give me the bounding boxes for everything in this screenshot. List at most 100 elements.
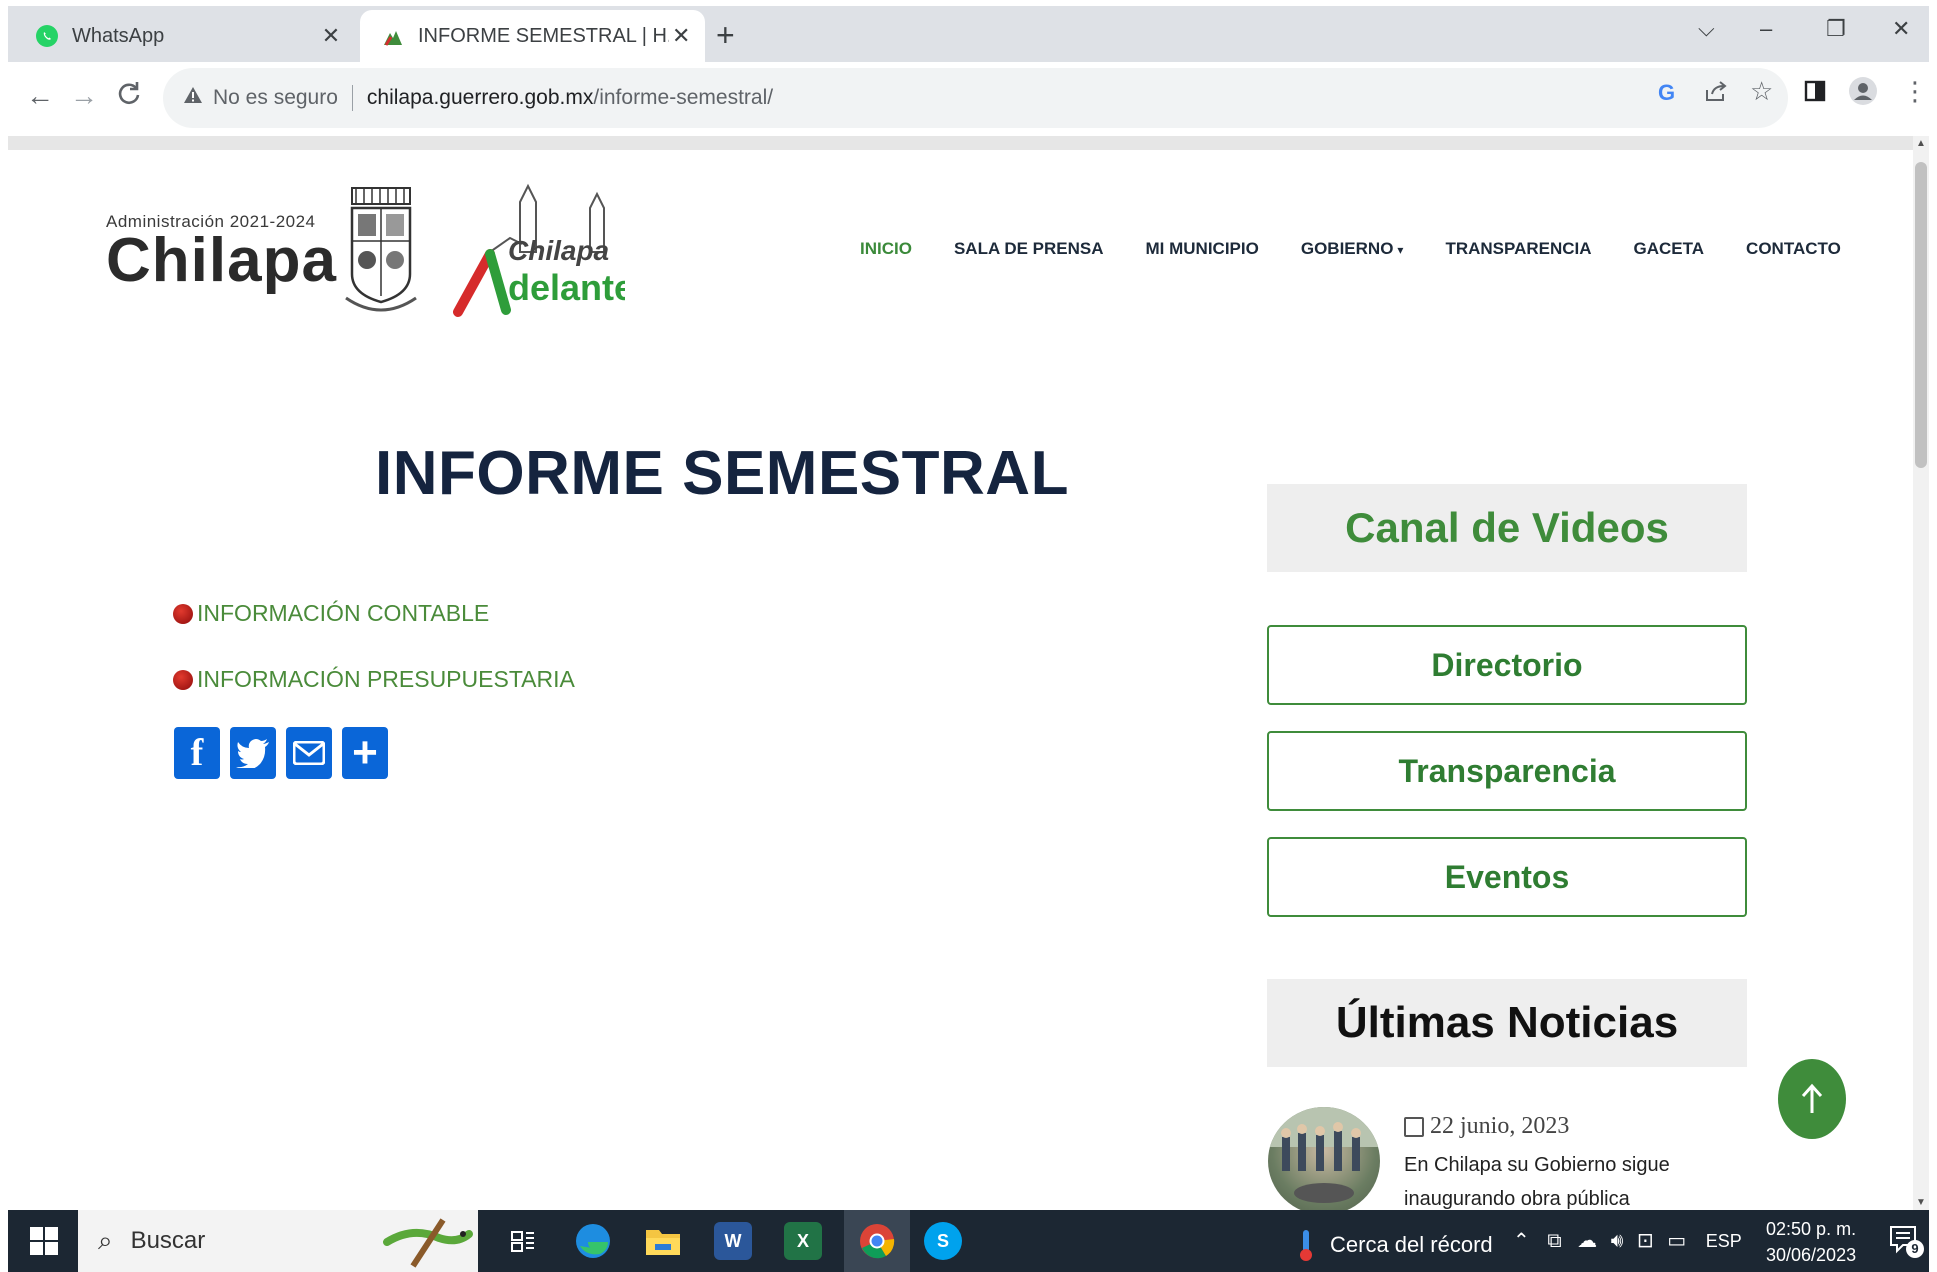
- warning-icon[interactable]: [183, 86, 203, 110]
- url-host[interactable]: chilapa.guerrero.gob.mx: [367, 86, 593, 110]
- excel-icon: X: [796, 1230, 809, 1251]
- logo-adelante-text: delante: [508, 267, 625, 308]
- email-icon: [293, 741, 325, 765]
- tab-informe-semestral[interactable]: INFORME SEMESTRAL | H. Ayunta ✕: [360, 10, 705, 62]
- reload-button[interactable]: [116, 80, 142, 113]
- chilapa-logo[interactable]: Administración 2021-2024 Chilapa: [106, 212, 337, 292]
- folder-icon: [646, 1230, 680, 1255]
- weather-widget[interactable]: Cerca del récord: [1296, 1228, 1493, 1262]
- display-icon[interactable]: ▭: [1667, 1230, 1686, 1252]
- nav-item-gaceta[interactable]: GACETA: [1634, 239, 1705, 259]
- facebook-icon: f: [190, 732, 204, 774]
- back-to-top-button[interactable]: [1778, 1059, 1846, 1139]
- search-placeholder: Buscar: [130, 1227, 206, 1254]
- skype-app-button[interactable]: S: [924, 1222, 962, 1260]
- share-email-button[interactable]: [286, 727, 332, 779]
- share-more-button[interactable]: +: [342, 727, 388, 779]
- back-button[interactable]: ←: [26, 80, 54, 112]
- arrow-up-icon: [1801, 1083, 1823, 1113]
- scroll-up-arrow-icon[interactable]: ▲: [1913, 138, 1929, 149]
- excel-app-button[interactable]: X: [784, 1222, 822, 1260]
- tab-whatsapp[interactable]: WhatsApp ✕: [8, 10, 358, 62]
- news-date-text: 22 junio, 2023: [1430, 1113, 1570, 1139]
- address-bar[interactable]: No es seguro chilapa.guerrero.gob.mx/inf…: [163, 68, 1788, 128]
- chilapa-adelante-logo[interactable]: Chilapa delante: [450, 182, 625, 320]
- weather-text: Cerca del récord: [1330, 1232, 1493, 1257]
- file-explorer-button[interactable]: [644, 1222, 682, 1260]
- main-navigation: INICIO SALA DE PRENSA MI MUNICIPIO GOBIE…: [860, 239, 1883, 259]
- bullet-icon: [173, 603, 193, 624]
- page-scrollbar[interactable]: ▲ ▼: [1913, 136, 1929, 1210]
- news-photo: [1268, 1107, 1380, 1203]
- volume-icon[interactable]: 🔊︎: [1611, 1230, 1624, 1252]
- clock-time: 02:50 p. m.: [1766, 1219, 1857, 1239]
- chrome-app-button[interactable]: [844, 1210, 910, 1272]
- whatsapp-icon: [36, 25, 58, 47]
- news-date: 22 junio, 2023: [1404, 1113, 1569, 1140]
- google-icon[interactable]: G: [1658, 80, 1675, 106]
- share-icon[interactable]: [1704, 80, 1728, 108]
- new-tab-button[interactable]: +: [716, 19, 735, 51]
- nav-item-contacto[interactable]: CONTACTO: [1746, 239, 1841, 259]
- nav-item-gobierno[interactable]: GOBIERNO ▾: [1301, 239, 1404, 259]
- scroll-down-arrow-icon[interactable]: ▼: [1913, 1197, 1929, 1208]
- directorio-button[interactable]: Directorio: [1267, 625, 1747, 705]
- taskbar-search-box[interactable]: ⌕ Buscar: [78, 1210, 478, 1272]
- language-indicator[interactable]: ESP: [1706, 1231, 1742, 1251]
- scrollbar-thumb[interactable]: [1915, 162, 1927, 468]
- clock-date: 30/06/2023: [1766, 1245, 1857, 1265]
- share-twitter-button[interactable]: [230, 727, 276, 779]
- link-informacion-presupuestaria[interactable]: INFORMACIÓN PRESUPUESTARIA: [173, 666, 575, 693]
- edge-app-button[interactable]: [574, 1222, 612, 1260]
- nav-item-inicio[interactable]: INICIO: [860, 239, 912, 259]
- news-thumbnail[interactable]: [1268, 1107, 1380, 1215]
- skype-icon: S: [936, 1230, 949, 1251]
- nav-item-transparencia[interactable]: TRANSPARENCIA: [1445, 239, 1591, 259]
- nav-item-mi-municipio[interactable]: MI MUNICIPIO: [1146, 239, 1259, 259]
- menu-icon[interactable]: ⋮: [1902, 76, 1928, 107]
- word-app-button[interactable]: W: [714, 1222, 752, 1260]
- task-view-button[interactable]: [504, 1222, 542, 1260]
- close-tab-icon[interactable]: ✕: [316, 23, 346, 49]
- chevron-up-icon[interactable]: ⌃: [1513, 1230, 1530, 1252]
- divider: [351, 85, 353, 111]
- news-headline[interactable]: En Chilapa su Gobierno sigue inaugurando…: [1404, 1148, 1704, 1216]
- close-tab-icon[interactable]: ✕: [669, 23, 693, 49]
- edge-icon: [576, 1224, 610, 1258]
- browser-tab-strip: WhatsApp ✕ INFORME SEMESTRAL | H. Ayunta…: [8, 6, 1929, 62]
- url-path[interactable]: /informe-semestral/: [593, 86, 773, 110]
- canal-de-videos-heading[interactable]: Canal de Videos: [1267, 484, 1747, 572]
- twitter-icon: [236, 739, 269, 768]
- nav-item-label: GOBIERNO: [1300, 239, 1394, 258]
- ultimas-noticias-heading: Últimas Noticias: [1267, 979, 1747, 1067]
- link-informacion-contable[interactable]: INFORMACIÓN CONTABLE: [173, 600, 489, 627]
- plus-icon: +: [352, 728, 378, 777]
- calendar-icon: [1404, 1116, 1424, 1137]
- tab-search-icon[interactable]: ⌵: [1698, 16, 1715, 42]
- link-label: INFORMACIÓN CONTABLE: [197, 600, 490, 626]
- star-icon[interactable]: ☆: [1750, 76, 1773, 107]
- task-view-icon: [511, 1231, 534, 1252]
- coat-of-arms-icon: [345, 187, 417, 312]
- profile-icon[interactable]: [1848, 76, 1878, 112]
- side-panel-icon[interactable]: [1804, 80, 1826, 108]
- tab-title: WhatsApp: [72, 24, 165, 47]
- start-button[interactable]: [30, 1227, 58, 1260]
- nav-item-sala-de-prensa[interactable]: SALA DE PRENSA: [954, 239, 1104, 259]
- windows-taskbar: ⌕ Buscar W X S Cerca del récord ⌃ ⧉ ☁ 🔊︎…: [8, 1210, 1929, 1272]
- cloud-icon[interactable]: ☁: [1577, 1230, 1597, 1252]
- close-window-button[interactable]: ✕: [1892, 16, 1910, 42]
- minimize-button[interactable]: –: [1760, 16, 1772, 42]
- meet-icon[interactable]: ⧉: [1547, 1230, 1561, 1252]
- network-icon[interactable]: ⊡: [1637, 1230, 1654, 1252]
- chrome-icon: [860, 1224, 895, 1259]
- restore-button[interactable]: ❐: [1826, 16, 1846, 42]
- notification-center-button[interactable]: 9: [1888, 1224, 1924, 1258]
- transparencia-button[interactable]: Transparencia: [1267, 731, 1747, 811]
- eventos-button[interactable]: Eventos: [1267, 837, 1747, 917]
- forward-button[interactable]: →: [70, 80, 98, 112]
- taskbar-clock[interactable]: 02:50 p. m. 30/06/2023: [1766, 1216, 1856, 1268]
- share-facebook-button[interactable]: f: [174, 727, 220, 779]
- site-favicon-icon: [382, 25, 404, 47]
- security-label[interactable]: No es seguro: [213, 86, 338, 110]
